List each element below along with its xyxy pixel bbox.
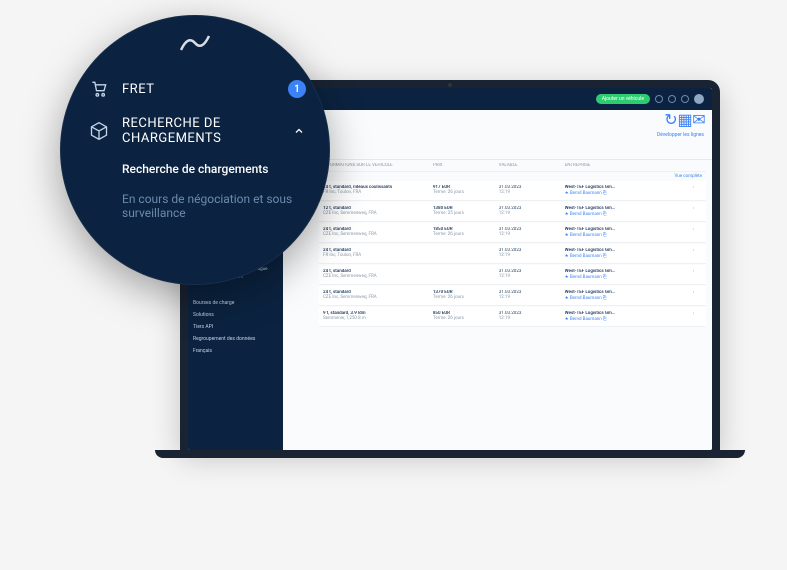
- cell-company: West-TEF Logistics Gm…★ Bernd Baumann ⎘: [565, 185, 686, 196]
- th-company[interactable]: ENTREPRISE: [565, 163, 686, 168]
- table-row[interactable]: 24 t, standard, rideaux coulissantsFR In…: [319, 181, 706, 201]
- cell-date: 31.03.202312:19: [499, 311, 565, 322]
- sidebar-menu-item[interactable]: Bourses de charge: [193, 297, 278, 309]
- cell-price: 917 EURTerme: 26 jours: [433, 185, 499, 196]
- develop-lines-link[interactable]: Développer les lignes: [657, 132, 704, 138]
- cell-date: 31.03.202312:19: [499, 248, 565, 259]
- sidebar-item-label: FRET: [122, 82, 288, 97]
- cell-date: 31.03.202312:19: [499, 269, 565, 280]
- cell-vehicle: 9 t, standard, 3.9 ldmSemmenw, 1,250.8 m: [323, 311, 433, 322]
- cell-vehicle: 24 t, standard, rideaux coulissantsFR In…: [323, 185, 433, 196]
- cell-price: 850 EURTerme: 26 jours: [433, 311, 499, 322]
- cell-date: 31.03.202312:19: [499, 290, 565, 301]
- cell-company: West-TEF Logistics Gm…★ Bernd Baumann ⎘: [565, 206, 686, 217]
- table-row[interactable]: 9 t, standard, 3.9 ldmSemmenw, 1,250.8 m…: [319, 307, 706, 327]
- cell-vehicle: 12 t, standardCZE Inc, Semmenweq, FRA: [323, 206, 433, 217]
- cell-price: 1850 EURTerme: 26 jours: [433, 227, 499, 238]
- reload-icon[interactable]: ↻: [666, 114, 676, 124]
- sidebar-item-label: RECHERCHE DE CHARGEMENTS: [122, 116, 292, 146]
- cell-vehicle: 24 t, standardCZE Inc, Semmenweq, FRA: [323, 290, 433, 301]
- avatar[interactable]: [694, 94, 704, 104]
- main-content: Ajouter un véhicule ↻ ▦ ✉ Développer les…: [283, 88, 712, 450]
- sidebar-menu-item[interactable]: Solutions: [193, 309, 278, 321]
- settings-icon[interactable]: [681, 95, 689, 103]
- table-header: INFORMATIONS SUR LE VÉHICULE PRIX VALABL…: [319, 160, 706, 172]
- cell-date: 31.03.202312:19: [499, 185, 565, 196]
- fret-badge: 1: [288, 80, 306, 98]
- table-row[interactable]: 24 t, standardCZE Inc, Semmenweq, FRA185…: [319, 223, 706, 243]
- cell-company: West-TEF Logistics Gm…★ Bernd Baumann ⎘: [565, 269, 686, 280]
- row-action-icon[interactable]: ⋮: [686, 185, 702, 196]
- cart-icon: [88, 78, 110, 100]
- header-actions: ↻ ▦ ✉: [283, 110, 712, 128]
- sidebar-menu-item[interactable]: Français: [193, 345, 278, 357]
- cell-company: West-TEF Logistics Gm…★ Bernd Baumann ⎘: [565, 311, 686, 322]
- add-vehicle-button[interactable]: Ajouter un véhicule: [596, 94, 650, 104]
- table-row[interactable]: 24 t, standardFR Inc, Toulon, FRA 31.03.2…: [319, 244, 706, 264]
- sidebar-subitem-negotiation[interactable]: En cours de négociation et sous surveill…: [88, 184, 306, 228]
- sidebar-menu-item[interactable]: Regroupement des données: [193, 333, 278, 345]
- sidebar-menu-item[interactable]: Tiers API: [193, 321, 278, 333]
- th-price[interactable]: PRIX: [433, 163, 499, 168]
- cell-company: West-TEF Logistics Gm…★ Bernd Baumann ⎘: [565, 290, 686, 301]
- cell-price: 1380 EURTerme: 25 jours: [433, 206, 499, 217]
- th-vehicle[interactable]: INFORMATIONS SUR LE VÉHICULE: [323, 163, 433, 168]
- th-date[interactable]: VALABLE: [499, 163, 565, 168]
- row-action-icon[interactable]: ⋮: [686, 227, 702, 238]
- cell-price: [433, 248, 499, 259]
- table-row[interactable]: 24 t, standardCZE Inc, Semmenweq, FRA137…: [319, 286, 706, 306]
- cell-company: West-TEF Logistics Gm…★ Bernd Baumann ⎘: [565, 227, 686, 238]
- row-action-icon[interactable]: ⋮: [686, 311, 702, 322]
- laptop-camera: [448, 83, 452, 87]
- table-row[interactable]: 24 t, standardCZE Inc, Semmenweq, FRA 31.…: [319, 265, 706, 285]
- row-action-icon[interactable]: ⋮: [686, 269, 702, 280]
- th-actions: [686, 163, 702, 168]
- cell-vehicle: 24 t, standardFR Inc, Toulon, FRA: [323, 248, 433, 259]
- top-bar: Ajouter un véhicule: [283, 88, 712, 110]
- cell-date: 31.03.202312:19: [499, 206, 565, 217]
- cell-date: 31.03.202312:19: [499, 227, 565, 238]
- cell-company: West-TEF Logistics Gm…★ Bernd Baumann ⎘: [565, 248, 686, 259]
- sidebar-item-search-loads[interactable]: RECHERCHE DE CHARGEMENTS: [88, 108, 306, 154]
- view-complete-link[interactable]: Vue complète: [319, 172, 706, 181]
- magnifier-lens: FRET 1 RECHERCHE DE CHARGEMENTS Recherch…: [60, 15, 330, 285]
- notification-icon[interactable]: [668, 95, 676, 103]
- tabs: So: [283, 142, 712, 160]
- sidebar-subitem-search[interactable]: Recherche de chargements: [88, 154, 306, 184]
- chevron-up-icon: [292, 124, 306, 138]
- mail-icon[interactable]: ✉: [694, 114, 704, 124]
- sidebar-item-fret[interactable]: FRET 1: [88, 70, 306, 108]
- cell-price: [433, 269, 499, 280]
- row-action-icon[interactable]: ⋮: [686, 290, 702, 301]
- cell-price: 1370 EURTerme: 26 jours: [433, 290, 499, 301]
- row-action-icon[interactable]: ⋮: [686, 206, 702, 217]
- results-table: INFORMATIONS SUR LE VÉHICULE PRIX VALABL…: [313, 160, 712, 328]
- help-icon[interactable]: [655, 95, 663, 103]
- table-row[interactable]: 12 t, standardCZE Inc, Semmenweq, FRA138…: [319, 202, 706, 222]
- cube-icon: [88, 120, 110, 142]
- cell-vehicle: 24 t, standardCZE Inc, Semmenweq, FRA: [323, 269, 433, 280]
- grid-icon[interactable]: ▦: [680, 114, 690, 124]
- row-action-icon[interactable]: ⋮: [686, 248, 702, 259]
- cell-vehicle: 24 t, standardCZE Inc, Semmenweq, FRA: [323, 227, 433, 238]
